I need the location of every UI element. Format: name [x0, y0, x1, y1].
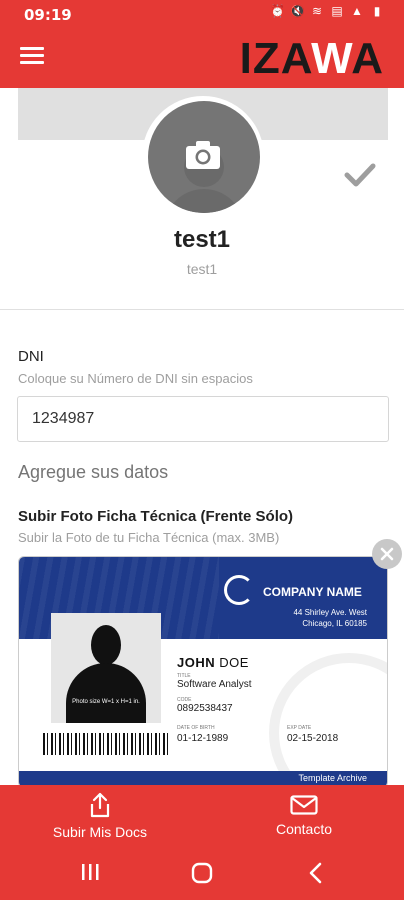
hamburger-menu-icon[interactable]: [20, 47, 44, 67]
id-photo: Photo size W=1 x H=1 in.: [51, 613, 161, 723]
dob-value: 01-12-1989: [177, 733, 229, 744]
remove-image-button[interactable]: [372, 539, 402, 569]
company-logo-icon: [224, 575, 254, 605]
system-nav-bar: [0, 847, 404, 900]
battery-icon: ▮: [373, 4, 381, 18]
alarm-icon: ⏰: [270, 4, 285, 18]
dni-input[interactable]: [17, 396, 389, 442]
company-address: 44 Shirley Ave. West Chicago, IL 60185: [293, 608, 367, 628]
section-title: Agregue sus datos: [18, 462, 169, 482]
divider: [0, 309, 404, 310]
id-card-preview[interactable]: COMPANY NAME 44 Shirley Ave. West Chicag…: [18, 556, 388, 785]
profile-card: test1 test1 DNI Coloque su Número de DNI…: [0, 88, 404, 785]
code-value: 0892538437: [177, 703, 233, 714]
upload-docs-label: Subir Mis Docs: [52, 824, 148, 840]
share-upload-icon: [90, 792, 110, 818]
mute-icon: 🔇: [290, 4, 305, 18]
dob-label: DATE OF BIRTH: [177, 725, 215, 731]
company-name: COMPANY NAME: [263, 585, 362, 599]
photo-note: Photo size W=1 x H=1 in.: [72, 699, 140, 705]
exp-value: 02-15-2018: [287, 733, 339, 744]
contact-label: Contacto: [275, 821, 333, 837]
main-content[interactable]: test1 test1 DNI Coloque su Número de DNI…: [0, 88, 404, 785]
status-time: 09:19: [24, 6, 72, 24]
signal-icon: ▲: [351, 4, 363, 18]
dni-hint: Coloque su Número de DNI sin espacios: [18, 371, 253, 386]
upload-label: Subir Foto Ficha Técnica (Frente Sólo): [18, 508, 294, 525]
card-footer-text: Template Archive: [298, 773, 367, 783]
home-icon[interactable]: [190, 861, 214, 885]
profile-username: test1: [186, 261, 218, 277]
bottom-nav: Subir Mis Docs Contacto: [0, 785, 404, 847]
upload-hint: Subir la Foto de tu Ficha Técnica (max. …: [18, 530, 280, 545]
app-logo: IZAWA: [239, 34, 384, 83]
status-bar: 09:19 ⏰ 🔇 ≋ ▤ ▲ ▮: [0, 0, 404, 28]
wifi-icon: ≋: [311, 4, 323, 18]
lte-icon: ▤: [331, 4, 343, 18]
check-icon[interactable]: [344, 162, 376, 188]
app-bar: IZAWA: [0, 28, 404, 88]
holder-name: JOHN DOE: [177, 655, 249, 670]
title-value: Software Analyst: [177, 679, 252, 690]
profile-name: test1: [173, 226, 231, 253]
exp-label: EXP DATE: [287, 725, 312, 731]
dni-label: DNI: [18, 348, 44, 365]
status-icons: ⏰ 🔇 ≋ ▤ ▲ ▮: [270, 4, 384, 18]
barcode: [43, 733, 169, 755]
back-icon[interactable]: [306, 861, 326, 885]
camera-icon[interactable]: [185, 140, 221, 170]
upload-docs-button[interactable]: Subir Mis Docs: [30, 785, 170, 847]
contact-button[interactable]: Contacto: [234, 785, 374, 847]
close-icon: [380, 547, 394, 561]
recent-apps-icon[interactable]: [80, 861, 100, 883]
mail-icon: [290, 795, 318, 815]
